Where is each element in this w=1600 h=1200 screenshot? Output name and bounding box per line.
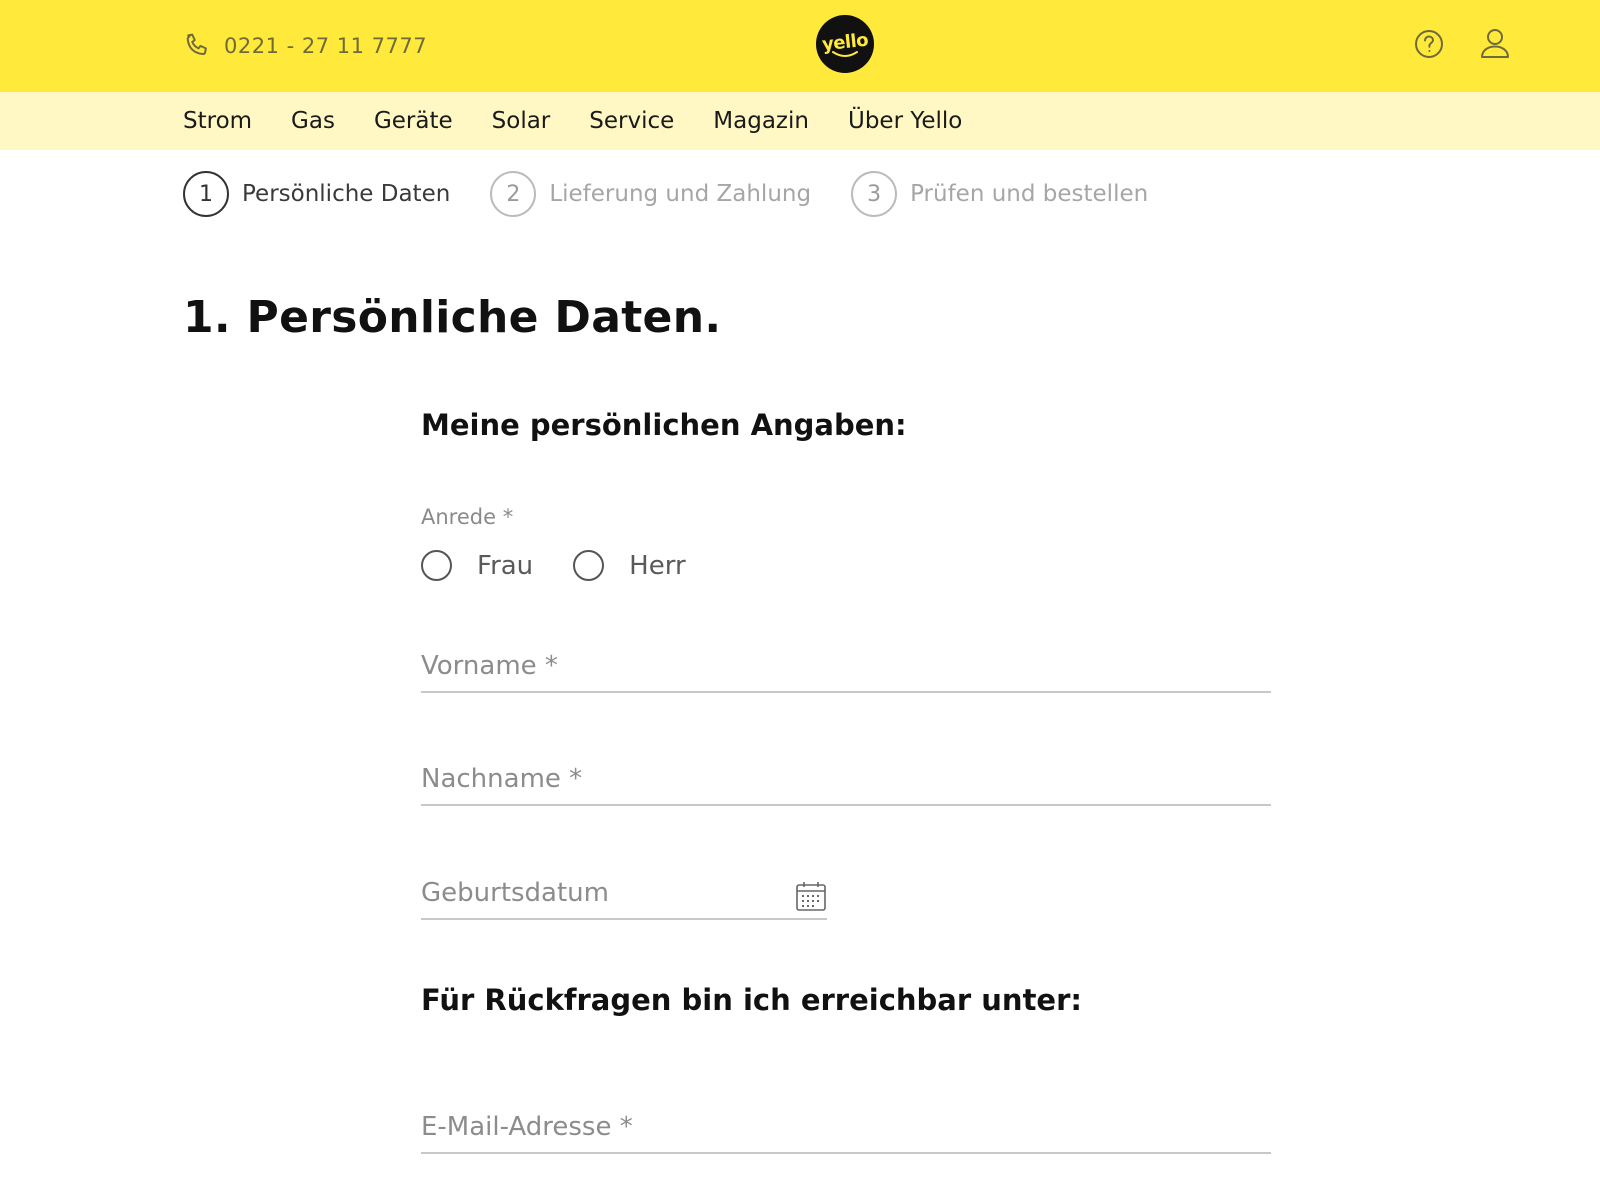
checkout-stepper: 1 Persönliche Daten 2 Lieferung und Zahl… (183, 171, 1188, 217)
nav-item-ueber-yello[interactable]: Über Yello (848, 108, 962, 134)
step-delivery-payment: 2 Lieferung und Zahlung (490, 171, 811, 217)
step-label: Lieferung und Zahlung (549, 181, 812, 207)
geburtsdatum-input[interactable] (421, 868, 761, 918)
geburtsdatum-field (421, 868, 827, 920)
user-account-icon[interactable] (1478, 26, 1512, 60)
step-number: 3 (851, 171, 898, 217)
step-number: 1 (183, 171, 229, 217)
radio-button[interactable] (421, 550, 452, 581)
anrede-label: Anrede * (421, 505, 514, 529)
page-title: 1. Persönliche Daten. (183, 292, 722, 343)
step-review-order: 3 Prüfen und bestellen (851, 171, 1148, 217)
radio-herr[interactable]: Herr (573, 550, 686, 581)
nav-item-geraete[interactable]: Geräte (374, 108, 453, 134)
radio-frau[interactable]: Frau (421, 550, 533, 581)
step-personal-data: 1 Persönliche Daten (183, 171, 450, 217)
help-icon[interactable] (1413, 28, 1445, 60)
nav-list: Strom Gas Geräte Solar Service Magazin Ü… (183, 92, 1001, 150)
yello-logo[interactable]: yello (816, 15, 874, 73)
nav-item-magazin[interactable]: Magazin (713, 108, 809, 134)
step-number: 2 (490, 171, 537, 217)
main-navigation: Strom Gas Geräte Solar Service Magazin Ü… (0, 92, 1600, 150)
phone-number: 0221 - 27 11 7777 (224, 34, 428, 58)
calendar-icon[interactable] (795, 880, 827, 912)
vorname-field (421, 641, 1271, 693)
step-label: Persönliche Daten (242, 181, 451, 207)
radio-label: Frau (477, 550, 534, 581)
anrede-radio-group: Frau Herr (421, 550, 726, 581)
nav-item-solar[interactable]: Solar (492, 108, 551, 134)
phone-icon (186, 33, 207, 56)
nachname-input[interactable] (421, 754, 1271, 804)
top-header: 0221 - 27 11 7777 yello (0, 0, 1600, 92)
logo-smile-icon (832, 51, 858, 57)
section-title-contact: Für Rückfragen bin ich erreichbar unter: (421, 983, 1082, 1017)
nav-item-gas[interactable]: Gas (291, 108, 335, 134)
email-input[interactable] (421, 1102, 1271, 1152)
email-field (421, 1102, 1271, 1154)
nav-item-service[interactable]: Service (589, 108, 674, 134)
nachname-field (421, 754, 1271, 806)
phone-contact[interactable]: 0221 - 27 11 7777 (182, 29, 427, 63)
vorname-input[interactable] (421, 641, 1271, 691)
step-label: Prüfen und bestellen (910, 181, 1149, 207)
nav-item-strom[interactable]: Strom (183, 108, 252, 134)
section-title-personal: Meine persönlichen Angaben: (421, 408, 907, 442)
radio-label: Herr (629, 550, 686, 581)
radio-button[interactable] (573, 550, 605, 581)
